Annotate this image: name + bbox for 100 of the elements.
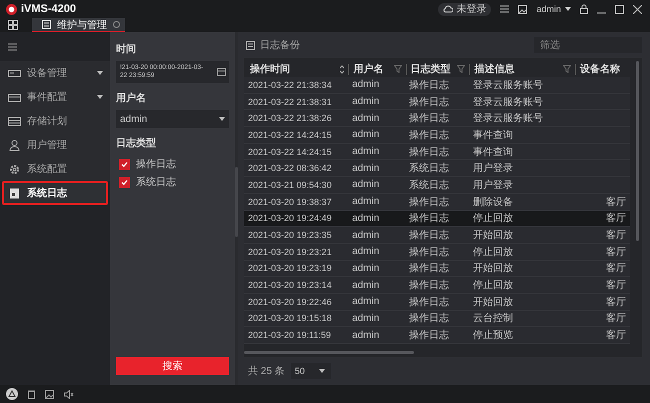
- warning-icon[interactable]: [6, 388, 18, 400]
- table-cell: 客厅: [606, 313, 626, 324]
- table-row[interactable]: 2021-03-22 21:38:31 admin 操作日志 登录云服务账号: [244, 94, 630, 110]
- device-box-icon: [8, 92, 21, 102]
- table-cell: admin: [352, 280, 380, 291]
- table-cell: 停止回放: [472, 246, 513, 258]
- calendar-icon: [217, 68, 226, 76]
- table-cell: 登录云服务账号: [472, 96, 543, 108]
- sidebar-item[interactable]: 用户管理: [0, 133, 110, 157]
- table-cell: 操作日志: [409, 263, 450, 274]
- tab[interactable]: 维护与管理: [32, 18, 125, 32]
- table-cell: admin: [352, 262, 380, 274]
- sort-icon[interactable]: [340, 64, 344, 74]
- lock-icon[interactable]: [580, 4, 588, 14]
- table-cell: 操作日志: [409, 296, 450, 308]
- checkbox[interactable]: [119, 176, 130, 188]
- table-row[interactable]: 2021-03-20 19:23:19 admin 操作日志 开始回放 客厅: [244, 260, 630, 278]
- table-cell: 客厅: [606, 213, 626, 224]
- table-cell: 开始回放: [472, 263, 513, 274]
- storage-icon: [8, 116, 21, 126]
- table-cell: 停止预览: [472, 330, 513, 342]
- table-cell: admin: [352, 246, 380, 258]
- column-header[interactable]: 日志类型: [410, 62, 451, 76]
- checkbox[interactable]: [119, 158, 130, 170]
- table-cell: admin: [352, 79, 380, 90]
- table-cell: admin: [352, 162, 380, 174]
- picture-icon[interactable]: [518, 4, 528, 14]
- sidebar-item[interactable]: 存储计划: [0, 109, 110, 133]
- table-cell: 登录云服务账号: [472, 113, 543, 124]
- time-label: 时间: [116, 42, 137, 56]
- table-cell: 2021-03-22 21:38:31: [248, 96, 332, 107]
- cloud-icon: [443, 5, 454, 13]
- table-cell: admin: [352, 129, 380, 140]
- filter-icon[interactable]: [457, 65, 466, 73]
- column-header[interactable]: 操作时间: [250, 62, 290, 76]
- username-dropdown[interactable]: admin: [116, 110, 229, 128]
- table-cell: 登录云服务账号: [472, 80, 543, 91]
- column-header[interactable]: 设备名称: [580, 62, 620, 76]
- table-row[interactable]: 2021-03-22 14:24:15 admin 操作日志 事件查询: [244, 144, 630, 160]
- sidebar-item[interactable]: 系统配置: [0, 157, 110, 181]
- table-cell: 客厅: [606, 230, 626, 242]
- filter-icon[interactable]: [394, 65, 402, 73]
- user-menu[interactable]: admin: [536, 4, 571, 14]
- table-cell: 2021-03-22 21:38:26: [248, 113, 332, 124]
- picture-icon[interactable]: [45, 390, 54, 398]
- log-type-label: 日志类型: [116, 136, 157, 150]
- table-row[interactable]: 2021-03-22 21:38:34 admin 操作日志 登录云服务账号: [244, 77, 630, 94]
- table-cell: 2021-03-21 09:54:30: [248, 180, 332, 190]
- sidebar-item[interactable]: 设备管理: [0, 61, 110, 85]
- monitor-icon: [8, 68, 21, 78]
- table-cell: 2021-03-22 14:24:15: [248, 130, 332, 140]
- table-row[interactable]: 2021-03-20 19:11:59 admin 操作日志 停止预览 客厅: [244, 327, 630, 344]
- table-cell: 操作日志: [409, 196, 450, 208]
- column-header[interactable]: 描述信息: [474, 62, 514, 76]
- table-cell: 2021-03-20 19:24:49: [248, 213, 332, 224]
- table-cell: 2021-03-22 14:24:15: [248, 146, 332, 157]
- table-cell: admin: [352, 112, 380, 124]
- table-cell: 2021-03-20 19:23:35: [248, 230, 332, 240]
- table-row[interactable]: 2021-03-20 19:15:18 admin 操作日志 云台控制 客厅: [244, 310, 630, 328]
- table-row[interactable]: 2021-03-22 08:36:42 admin 系统日志 用户登录: [244, 160, 630, 178]
- list-icon[interactable]: [500, 5, 510, 13]
- table-row[interactable]: 2021-03-20 19:22:46 admin 操作日志 开始回放 客厅: [244, 294, 630, 311]
- sidebar-item[interactable]: 事件配置: [0, 85, 110, 109]
- speaker-icon[interactable]: [64, 390, 74, 398]
- table-cell: 事件查询: [472, 130, 513, 141]
- table-cell: 云台控制: [472, 313, 513, 324]
- table-row[interactable]: 2021-03-21 09:54:30 admin 系统日志 用户登录: [244, 177, 630, 194]
- page-size-dropdown[interactable]: 50: [290, 363, 331, 379]
- filter-input[interactable]: 筛选: [534, 37, 642, 53]
- search-button[interactable]: 搜索: [116, 357, 229, 375]
- table-cell: admin: [352, 230, 380, 241]
- table-cell: 操作日志: [409, 146, 450, 158]
- column-header[interactable]: 用户名: [353, 62, 384, 76]
- table-row[interactable]: 2021-03-20 19:23:14 admin 操作日志 停止回放 客厅: [244, 277, 630, 294]
- user-icon: [8, 140, 21, 150]
- table-cell: 2021-03-20 19:11:59: [248, 330, 331, 340]
- filter-icon[interactable]: [562, 65, 571, 73]
- table-cell: 2021-03-22 21:38:34: [248, 80, 332, 90]
- table-row[interactable]: 2021-03-22 14:24:15 admin 操作日志 事件查询: [244, 127, 630, 144]
- table-cell: 开始回放: [472, 230, 513, 242]
- table-cell: 2021-03-20 19:22:46: [248, 296, 332, 307]
- maximize-icon[interactable]: [615, 4, 624, 14]
- grid-icon[interactable]: [8, 20, 18, 30]
- table-row[interactable]: 2021-03-20 19:24:49 admin 操作日志 停止回放 客厅: [244, 210, 630, 228]
- log-backup-button[interactable]: 日志备份: [244, 38, 300, 52]
- table-cell: 操作日志: [409, 80, 450, 91]
- trash-icon[interactable]: [28, 390, 35, 398]
- table-row[interactable]: 2021-03-20 19:23:35 admin 操作日志 开始回放 客厅: [244, 227, 630, 244]
- table-cell: admin: [352, 196, 380, 208]
- table-cell: 系统日志: [409, 163, 450, 174]
- cloud-login-button[interactable]: 未登录: [438, 2, 492, 16]
- table-row[interactable]: 2021-03-20 19:38:37 admin 操作日志 删除设备 客厅: [244, 194, 630, 210]
- table-cell: 客厅: [606, 280, 626, 292]
- table-row[interactable]: 2021-03-20 19:23:21 admin 操作日志 停止回放 客厅: [244, 244, 630, 261]
- table-row[interactable]: 2021-03-22 21:38:26 admin 操作日志 登录云服务账号: [244, 110, 630, 128]
- menu-icon[interactable]: [8, 43, 17, 51]
- sidebar-item[interactable]: 系统日志: [2, 181, 108, 205]
- logo-icon: [6, 4, 17, 14]
- table-cell: 操作日志: [409, 313, 450, 324]
- table-cell: 操作日志: [409, 280, 450, 292]
